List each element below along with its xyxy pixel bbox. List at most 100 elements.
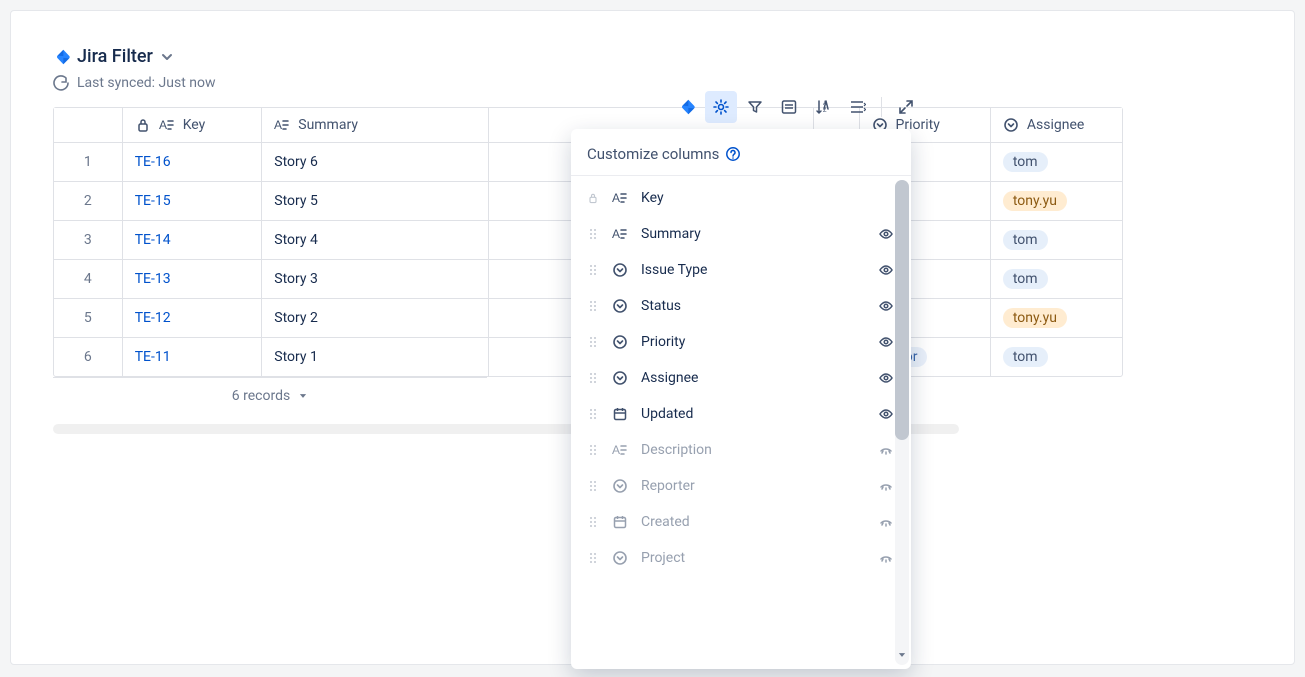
drag-handle-icon[interactable] <box>587 442 599 458</box>
column-config-item[interactable]: Priority <box>571 324 911 360</box>
popover-scroll-down-icon[interactable] <box>895 645 909 665</box>
column-config-item[interactable]: Key <box>571 180 911 216</box>
text-type-icon <box>274 117 290 133</box>
drag-handle-icon[interactable] <box>587 226 599 242</box>
key-link[interactable]: TE-11 <box>135 349 171 365</box>
eye-off-icon[interactable] <box>877 442 895 458</box>
cell-key[interactable]: TE-12 <box>123 299 263 337</box>
eye-icon[interactable] <box>877 262 895 278</box>
cell-assignee[interactable]: tony.yu <box>991 299 1122 337</box>
cell-summary[interactable]: Story 4 <box>262 221 489 259</box>
drag-handle-icon[interactable] <box>587 550 599 566</box>
row-number: 5 <box>54 299 123 337</box>
column-config-label: Status <box>641 298 865 314</box>
eye-icon[interactable] <box>877 406 895 422</box>
row-number: 1 <box>54 143 123 181</box>
column-header-key[interactable]: Key <box>123 108 263 142</box>
row-height-button[interactable] <box>841 91 873 123</box>
popover-title: Customize columns <box>587 145 719 163</box>
eye-icon[interactable] <box>877 226 895 242</box>
drag-handle-icon[interactable] <box>587 334 599 350</box>
key-link[interactable]: TE-15 <box>135 193 171 209</box>
cell-summary[interactable]: Story 6 <box>262 143 489 181</box>
column-header-label: Summary <box>298 117 358 133</box>
key-link[interactable]: TE-12 <box>135 310 171 326</box>
cell-assignee[interactable]: tom <box>991 260 1122 298</box>
cell-assignee[interactable]: tom <box>991 338 1122 376</box>
drag-handle-icon[interactable] <box>587 406 599 422</box>
row-number: 6 <box>54 338 123 376</box>
popover-scrollbar-thumb[interactable] <box>895 180 909 440</box>
jira-sync-button[interactable] <box>671 91 703 123</box>
row-number: 3 <box>54 221 123 259</box>
popover-list: Key Summary Issue Type Status PriorityAssign… <box>571 176 911 669</box>
eye-off-icon[interactable] <box>877 514 895 530</box>
column-config-item[interactable]: Project <box>571 540 911 576</box>
tri-down-icon <box>298 391 308 401</box>
assignee-badge: tom <box>1003 230 1048 250</box>
key-link[interactable]: TE-16 <box>135 154 171 170</box>
cell-summary[interactable]: Story 5 <box>262 182 489 220</box>
cell-key[interactable]: TE-15 <box>123 182 263 220</box>
eye-icon[interactable] <box>877 298 895 314</box>
column-config-item[interactable]: Reporter <box>571 468 911 504</box>
cell-key[interactable]: TE-14 <box>123 221 263 259</box>
column-config-item[interactable]: Summary <box>571 216 911 252</box>
column-config-label: Issue Type <box>641 262 865 278</box>
header: Jira Filter Last synced: Just now <box>53 46 1252 91</box>
drag-handle-icon[interactable] <box>587 514 599 530</box>
filter-button[interactable] <box>739 91 771 123</box>
settings-button[interactable] <box>705 91 737 123</box>
key-link[interactable]: TE-13 <box>135 271 171 287</box>
column-config-label: Summary <box>641 226 865 242</box>
cell-key[interactable]: TE-13 <box>123 260 263 298</box>
column-header-assignee[interactable]: Assignee <box>991 108 1122 142</box>
refresh-icon[interactable] <box>53 75 69 91</box>
expand-button[interactable] <box>890 91 922 123</box>
key-link[interactable]: TE-14 <box>135 232 171 248</box>
cell-key[interactable]: TE-16 <box>123 143 263 181</box>
column-config-item[interactable]: Created <box>571 504 911 540</box>
column-type-icon <box>611 550 629 566</box>
column-config-item[interactable]: Updated <box>571 396 911 432</box>
drag-handle-icon[interactable] <box>587 478 599 494</box>
column-config-item[interactable]: Description <box>571 432 911 468</box>
column-type-icon <box>611 478 629 494</box>
drag-handle-icon[interactable] <box>587 262 599 278</box>
drag-handle-icon[interactable] <box>587 298 599 314</box>
cell-assignee[interactable]: tony.yu <box>991 182 1122 220</box>
text-type-icon <box>159 117 175 133</box>
column-header-summary[interactable]: Summary <box>262 108 489 142</box>
customize-columns-popover: Customize columns Key Summary Issue Type St… <box>571 129 911 669</box>
column-type-icon <box>611 406 629 422</box>
drag-handle-icon[interactable] <box>587 370 599 386</box>
cell-summary[interactable]: Story 1 <box>262 338 489 376</box>
column-header-label: Assignee <box>1027 117 1084 133</box>
column-type-icon <box>611 190 629 206</box>
title-row[interactable]: Jira Filter <box>53 46 1252 67</box>
cell-summary[interactable]: Story 2 <box>262 299 489 337</box>
column-config-item[interactable]: Assignee <box>571 360 911 396</box>
cell-assignee[interactable]: tom <box>991 143 1122 181</box>
assignee-badge: tom <box>1003 152 1048 172</box>
column-config-item[interactable]: Status <box>571 288 911 324</box>
chevron-down-icon[interactable] <box>159 49 175 65</box>
sort-button[interactable] <box>807 91 839 123</box>
eye-off-icon[interactable] <box>877 550 895 566</box>
column-type-icon <box>611 442 629 458</box>
cell-summary[interactable]: Story 3 <box>262 260 489 298</box>
column-type-icon <box>611 226 629 242</box>
jira-logo-icon <box>53 48 71 66</box>
eye-icon[interactable] <box>877 370 895 386</box>
card-view-button[interactable] <box>773 91 805 123</box>
table-footer[interactable]: 6 records <box>53 377 487 414</box>
eye-off-icon[interactable] <box>877 478 895 494</box>
eye-icon[interactable] <box>877 334 895 350</box>
column-type-icon <box>611 262 629 278</box>
help-icon[interactable] <box>725 146 741 162</box>
cell-key[interactable]: TE-11 <box>123 338 263 376</box>
sync-row: Last synced: Just now <box>53 75 1252 91</box>
column-config-item[interactable]: Issue Type <box>571 252 911 288</box>
column-type-icon <box>611 298 629 314</box>
cell-assignee[interactable]: tom <box>991 221 1122 259</box>
